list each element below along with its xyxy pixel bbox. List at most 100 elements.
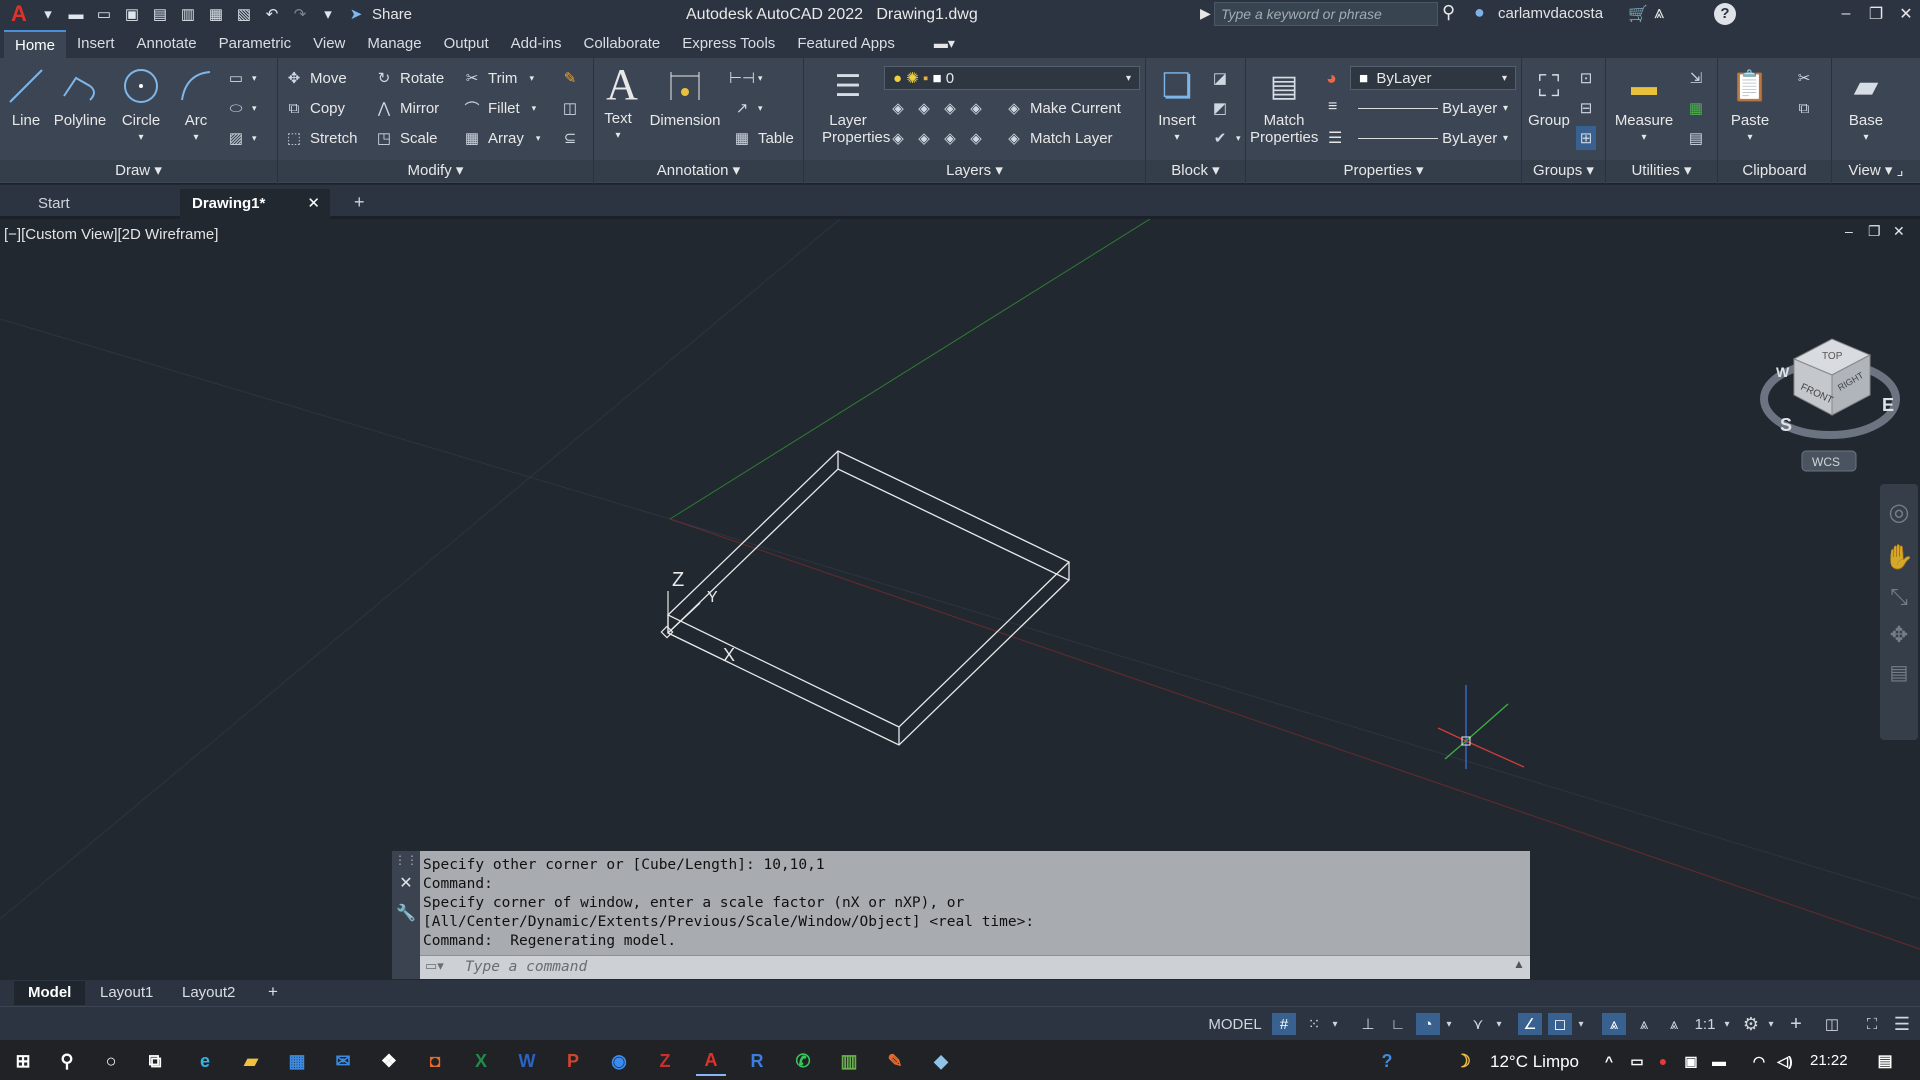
showmotion-icon[interactable]: ▤ xyxy=(1880,660,1918,685)
help-tray-icon[interactable]: ? xyxy=(1372,1046,1402,1076)
tab-featured-apps[interactable]: Featured Apps xyxy=(786,30,906,58)
table-button[interactable]: ▦ Table xyxy=(732,126,794,150)
polyline-button[interactable]: Polyline xyxy=(52,64,108,129)
mirror-button[interactable]: ⋀ Mirror xyxy=(374,96,439,120)
layer-unlock-icon[interactable]: ◈ xyxy=(966,128,986,148)
calculator-button[interactable]: ▤ xyxy=(1686,126,1706,150)
copy-button[interactable]: ⧉ Copy xyxy=(284,96,345,120)
tab-start[interactable]: Start xyxy=(26,189,176,219)
panel-title-utilities[interactable]: Utilities ▾ xyxy=(1606,160,1717,182)
tray-antivirus-icon[interactable]: ● xyxy=(1648,1046,1678,1076)
file-explorer-icon[interactable]: ▰ xyxy=(236,1046,266,1076)
weather-text[interactable]: 12°C Limpo xyxy=(1490,1052,1579,1072)
zoom-app-icon[interactable]: ◉ xyxy=(604,1046,634,1076)
scale-button[interactable]: ◳ Scale xyxy=(374,126,438,150)
tab-view[interactable]: View xyxy=(302,30,356,58)
pan-icon[interactable]: ✋ xyxy=(1880,543,1918,572)
layer-off-icon[interactable]: ◈ xyxy=(888,98,908,118)
group-select-button[interactable]: ⊞ xyxy=(1576,126,1596,150)
tab-express-tools[interactable]: Express Tools xyxy=(671,30,786,58)
move-button[interactable]: ✥ Move xyxy=(284,66,347,90)
tab-drawing1[interactable]: Drawing1* ✕ xyxy=(180,189,330,219)
color-dropdown[interactable]: ■ ByLayer ▾ xyxy=(1350,66,1516,90)
text-button[interactable]: A Text ▾ xyxy=(600,62,638,144)
ortho-toggle-icon[interactable]: ∟ xyxy=(1386,1013,1410,1035)
edge-icon[interactable]: e xyxy=(190,1046,220,1076)
rotate-button[interactable]: ↻ Rotate xyxy=(374,66,445,90)
plot-icon[interactable]: ▧ xyxy=(232,2,256,26)
isolate-objects-icon[interactable]: ◫ xyxy=(1820,1013,1844,1035)
annotation-visibility-icon[interactable]: ⩓ xyxy=(1602,1013,1626,1035)
task-view-icon[interactable]: ⧉ xyxy=(140,1046,170,1076)
chevron-down-icon[interactable]: ▾ xyxy=(1492,1013,1506,1035)
attribute-button[interactable]: ✔ ▾ xyxy=(1210,126,1241,150)
close-command-icon[interactable]: ✕ xyxy=(392,873,420,893)
command-prompt-icon[interactable]: ▭▾ xyxy=(425,958,444,974)
layer-properties-button[interactable]: ☰ Layer Properties xyxy=(822,64,890,146)
steering-wheel-icon[interactable]: ◎ xyxy=(1880,498,1918,527)
circle-button[interactable]: Circle ▾ xyxy=(116,64,166,146)
clock-time[interactable]: 21:22 xyxy=(1810,1052,1848,1069)
search-input[interactable]: Type a keyword or phrase xyxy=(1214,2,1438,26)
command-history-toggle-icon[interactable]: ▲ xyxy=(1513,957,1525,971)
tab-layout1[interactable]: Layout1 xyxy=(86,981,167,1005)
customize-qat-icon[interactable]: ▾ xyxy=(316,2,340,26)
grid-toggle-icon[interactable]: # xyxy=(1272,1013,1296,1035)
workspace-gear-icon[interactable]: ⚙ xyxy=(1738,1013,1764,1035)
wrench-icon[interactable]: 🔧 xyxy=(392,903,420,923)
drag-handle-icon[interactable]: ⋮⋮ xyxy=(392,853,420,867)
help-icon[interactable]: ? xyxy=(1714,3,1736,25)
insert-button[interactable]: ❏ Insert ▾ xyxy=(1152,64,1202,146)
annotation-scale-icon[interactable]: ⩓ xyxy=(1662,1013,1686,1035)
edit-block-button[interactable]: ◩ xyxy=(1210,96,1230,120)
array-button[interactable]: ▦ Array ▾ xyxy=(462,126,540,150)
autocad-logo-icon[interactable]: A xyxy=(6,1,32,27)
quick-select-button[interactable]: ⇲ xyxy=(1686,66,1706,90)
export-icon[interactable]: ▦ xyxy=(204,2,228,26)
linear-dim-button[interactable]: ⊢⊣ ▾ xyxy=(729,66,763,90)
viewcube-top-label[interactable]: TOP xyxy=(1822,351,1843,362)
offset-button[interactable]: ⊆ xyxy=(560,126,580,150)
ellipse-button[interactable]: ⬭ ▾ xyxy=(226,96,257,120)
share-icon[interactable]: ➤ xyxy=(344,2,368,26)
panel-title-groups[interactable]: Groups ▾ xyxy=(1522,160,1605,182)
make-current-button[interactable]: ◈ Make Current xyxy=(1004,96,1121,120)
group-button[interactable]: ⛶ Group xyxy=(1526,64,1572,129)
fillet-button[interactable]: ⌒ Fillet ▾ xyxy=(462,96,536,120)
annotation-scale-value[interactable]: 1:1 xyxy=(1690,1013,1720,1035)
redo-icon[interactable]: ↷ xyxy=(288,2,312,26)
polar-tracking-icon[interactable]: ◔ xyxy=(1416,1013,1440,1035)
explode-button[interactable]: ◫ xyxy=(560,96,580,120)
layer-thaw-icon[interactable]: ◈ xyxy=(940,128,960,148)
tab-insert[interactable]: Insert xyxy=(66,30,126,58)
r-app-icon[interactable]: R xyxy=(742,1046,772,1076)
app-icon[interactable]: ◆ xyxy=(926,1046,956,1076)
save-icon[interactable]: ▣ xyxy=(120,2,144,26)
clean-screen-icon[interactable]: ⛶ xyxy=(1860,1013,1884,1035)
autocad-taskbar-icon[interactable]: A xyxy=(696,1046,726,1076)
user-avatar-icon[interactable]: ● xyxy=(1474,2,1485,23)
user-name[interactable]: carlamvdacosta xyxy=(1498,5,1603,22)
whatsapp-icon[interactable]: ✆ xyxy=(788,1046,818,1076)
infer-constraints-icon[interactable]: ⊥ xyxy=(1356,1013,1380,1035)
select-all-button[interactable]: ▦ xyxy=(1686,96,1706,120)
play-arrow-icon[interactable]: ▶ xyxy=(1200,5,1211,22)
chevron-down-icon[interactable]: ▾ xyxy=(1764,1013,1778,1035)
word-icon[interactable]: W xyxy=(512,1046,542,1076)
group-edit-button[interactable]: ⊟ xyxy=(1576,96,1596,120)
measure-button[interactable]: ▬ Measure ▾ xyxy=(1612,64,1676,146)
office-icon[interactable]: ◘ xyxy=(420,1046,450,1076)
filezilla-icon[interactable]: Z xyxy=(650,1046,680,1076)
tab-home[interactable]: Home xyxy=(4,30,67,58)
chevron-down-icon[interactable]: ▾ xyxy=(1328,1013,1342,1035)
object-snap-tracking-icon[interactable]: ∠ xyxy=(1518,1013,1542,1035)
chevron-down-icon[interactable]: ▾ xyxy=(36,2,60,26)
tab-output[interactable]: Output xyxy=(433,30,500,58)
search-icon[interactable]: ⚲ xyxy=(1442,2,1455,23)
trim-button[interactable]: ✂ Trim ▾ xyxy=(462,66,534,90)
snap-toggle-icon[interactable]: ⁙ xyxy=(1302,1013,1326,1035)
command-input[interactable]: Type a command xyxy=(420,955,1530,979)
chevron-down-icon[interactable]: ▾ xyxy=(1574,1013,1588,1035)
orbit-icon[interactable]: ✥ xyxy=(1880,622,1918,648)
close-button[interactable]: ✕ xyxy=(1892,3,1920,25)
